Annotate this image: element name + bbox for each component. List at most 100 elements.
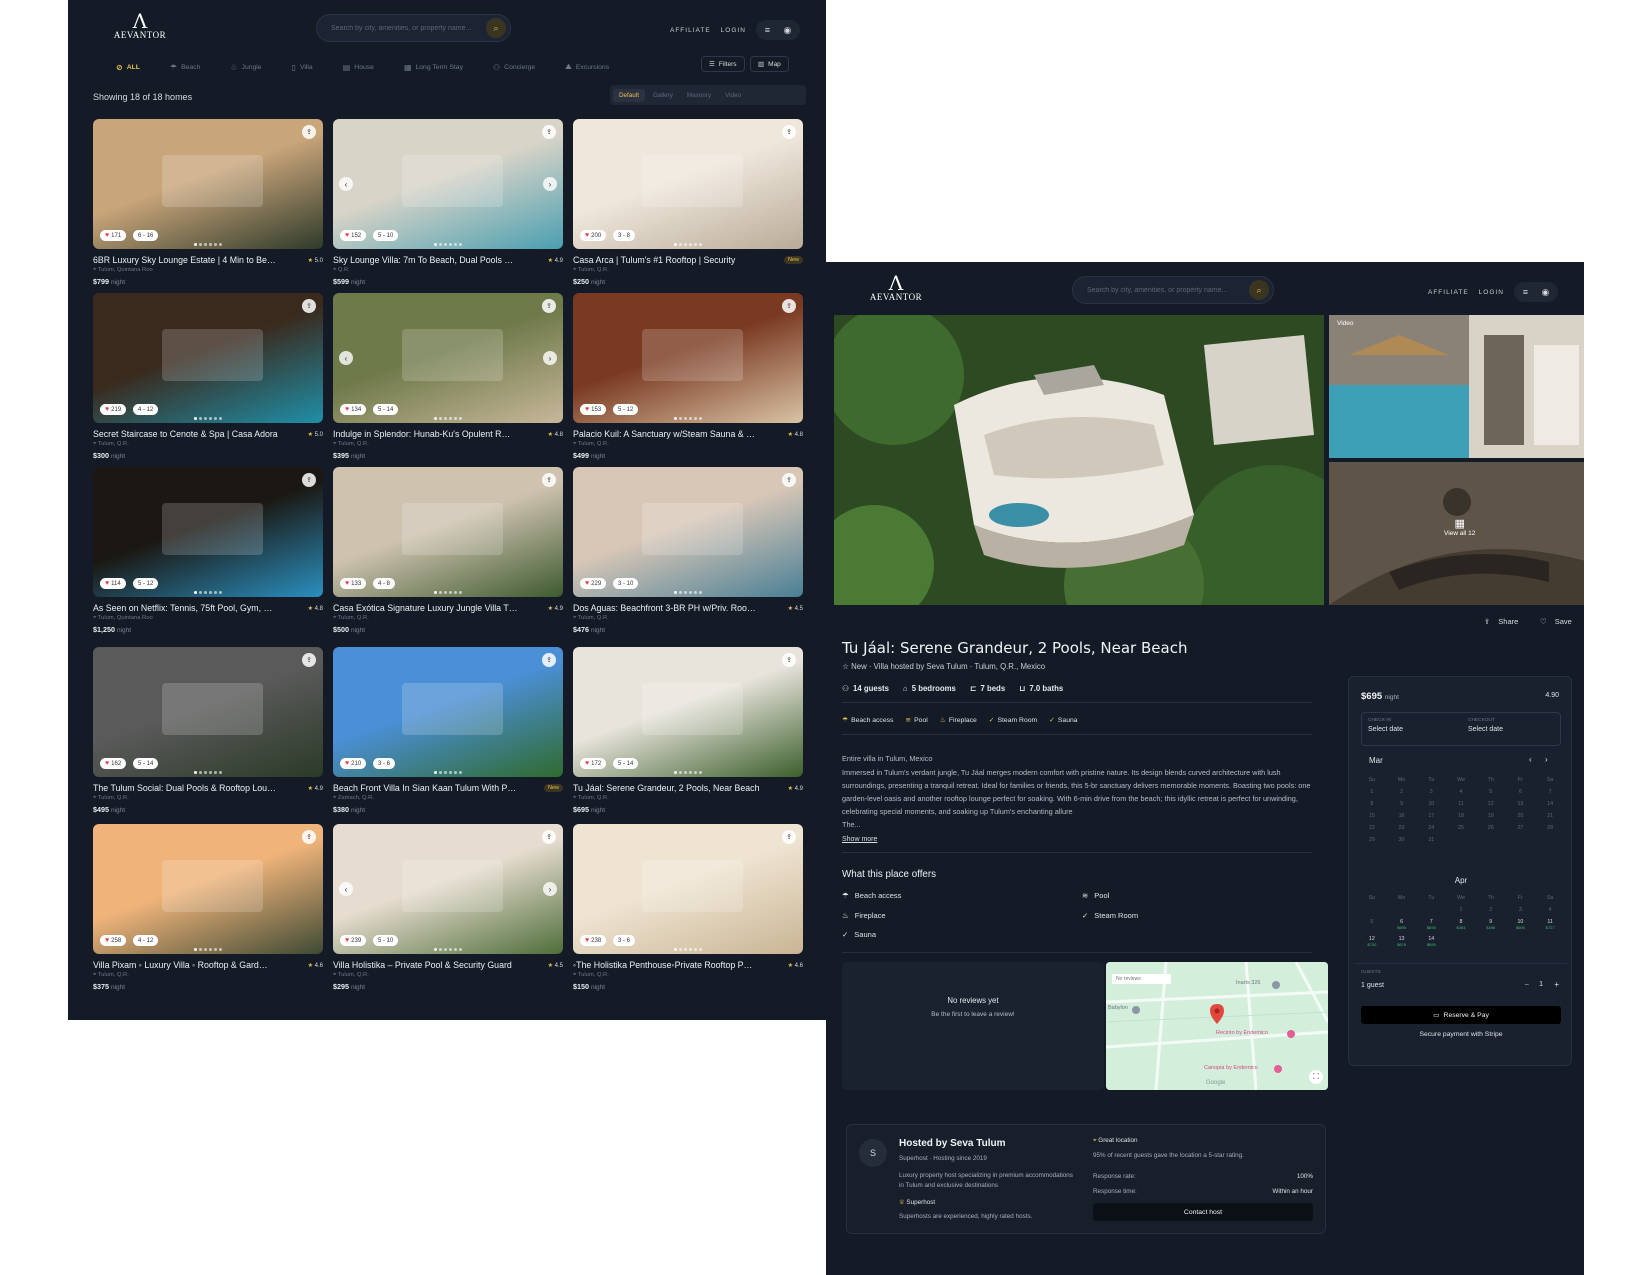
carousel-dot[interactable]: [444, 417, 447, 420]
plus-icon[interactable]: +: [1554, 980, 1559, 989]
carousel-dot[interactable]: [454, 771, 457, 774]
checkin-field[interactable]: CHECK-IN Select date: [1368, 718, 1403, 733]
listing-photo[interactable]: ⇪ ‹ › ♥ 152 5 - 10: [333, 119, 563, 249]
calendar-day[interactable]: 10: [1416, 801, 1446, 807]
listing-title[interactable]: Indulge in Splendor: Hunab-Ku's Opulent …: [333, 429, 533, 439]
category-concierge[interactable]: ⚇ Concierge: [493, 63, 535, 72]
calendar-day[interactable]: 30: [1387, 837, 1417, 843]
carousel-dot[interactable]: [459, 771, 462, 774]
carousel-dot[interactable]: [219, 948, 222, 951]
carousel-dot[interactable]: [434, 771, 437, 774]
map-button[interactable]: ▥ Map: [750, 56, 789, 72]
calendar-day[interactable]: 5: [1357, 919, 1387, 930]
minus-icon[interactable]: −: [1524, 980, 1529, 989]
listing-photo[interactable]: ⇪ ♥ 133 4 - 8: [333, 467, 563, 597]
carousel-dot[interactable]: [214, 771, 217, 774]
listing-photo[interactable]: ⇪ ♥ 219 4 - 12: [93, 293, 323, 423]
carousel-dot[interactable]: [459, 243, 462, 246]
carousel-dot[interactable]: [434, 417, 437, 420]
calendar-day[interactable]: 17: [1416, 813, 1446, 819]
carousel-dot[interactable]: [684, 771, 687, 774]
calendar-day[interactable]: 11 $727: [1535, 919, 1565, 930]
carousel-dot[interactable]: [194, 948, 197, 951]
share-icon[interactable]: ⇪: [782, 473, 796, 487]
listing-card[interactable]: ⇪ ♥ 258 4 - 12 Villa Pixam ◦ Luxury Villa…: [93, 824, 323, 991]
carousel-dot[interactable]: [674, 771, 677, 774]
listing-title[interactable]: Villa Holistika – Private Pool & Securit…: [333, 960, 533, 970]
carousel-dot[interactable]: [674, 948, 677, 951]
calendar-day[interactable]: 13: [1506, 801, 1536, 807]
fullscreen-icon[interactable]: ⛶: [1309, 1070, 1323, 1084]
listing-card[interactable]: ⇪ ♥ 133 4 - 8 Casa Exótica Signature Luxu…: [333, 467, 563, 634]
carousel-dot[interactable]: [699, 948, 702, 951]
calendar-day[interactable]: 12: [1476, 801, 1506, 807]
listing-title[interactable]: As Seen on Netflix: Tennis, 75ft Pool, G…: [93, 603, 293, 613]
carousel-dot[interactable]: [459, 948, 462, 951]
carousel-dot[interactable]: [689, 591, 692, 594]
calendar-day[interactable]: 14 $695: [1416, 936, 1446, 947]
carousel-dot[interactable]: [699, 417, 702, 420]
carousel-dot[interactable]: [694, 243, 697, 246]
chevron-left-icon[interactable]: ‹: [339, 882, 353, 896]
calendar-day[interactable]: 3: [1416, 789, 1446, 795]
calendar-day[interactable]: 13 $678: [1387, 936, 1417, 947]
category-beach[interactable]: ☂ Beach: [170, 63, 200, 72]
listing-photo[interactable]: ⇪ ♥ 172 5 - 14: [573, 647, 803, 777]
carousel-dot[interactable]: [689, 948, 692, 951]
carousel-dot[interactable]: [204, 591, 207, 594]
carousel-dot[interactable]: [444, 771, 447, 774]
carousel-dot[interactable]: [679, 771, 682, 774]
carousel-dot[interactable]: [439, 771, 442, 774]
carousel-dot[interactable]: [214, 417, 217, 420]
carousel-dot[interactable]: [459, 591, 462, 594]
view-video[interactable]: Video: [719, 89, 747, 102]
carousel-dot[interactable]: [209, 417, 212, 420]
listing-title[interactable]: Villa Pixam ◦ Luxury Villa ◦ Rooftop & G…: [93, 960, 293, 970]
search-icon[interactable]: ⌕: [1249, 280, 1269, 300]
share-icon[interactable]: ⇪: [302, 125, 316, 139]
gallery-view-all[interactable]: ▦ View all 12: [1329, 462, 1584, 605]
listing-photo[interactable]: ⇪ ‹ › ♥ 134 5 - 14: [333, 293, 563, 423]
carousel-dot[interactable]: [674, 417, 677, 420]
detail-logo[interactable]: Λ AEVANTOR: [866, 273, 926, 302]
listing-card[interactable]: ⇪ ♥ 153 5 - 12 Palacio Kuil: A Sanctuary …: [573, 293, 803, 460]
calendar-day[interactable]: 29: [1357, 837, 1387, 843]
carousel-dot[interactable]: [209, 771, 212, 774]
listing-photo[interactable]: ⇪ ♥ 200 3 - 8: [573, 119, 803, 249]
listing-card[interactable]: ⇪ ♥ 238 3 - 6 ◦The Holistika Penthouse◦Pr…: [573, 824, 803, 991]
listing-card[interactable]: ⇪ ♥ 229 3 - 10 Dos Aguas: Beachfront 3-BR…: [573, 467, 803, 634]
carousel-dot[interactable]: [679, 591, 682, 594]
login-link[interactable]: LOGIN: [1479, 289, 1504, 296]
view-masonry[interactable]: Masonry: [681, 89, 717, 102]
share-icon[interactable]: ⇪: [302, 299, 316, 313]
show-more-link[interactable]: Show more: [842, 836, 877, 843]
user-icon[interactable]: ◉: [781, 23, 795, 37]
calendar-day[interactable]: 10 $695: [1506, 919, 1536, 930]
reserve-button[interactable]: ▭ Reserve & Pay: [1361, 1006, 1561, 1024]
affiliate-link[interactable]: AFFILIATE: [670, 27, 711, 34]
chevron-right-icon[interactable]: ›: [543, 177, 557, 191]
carousel-dot[interactable]: [694, 771, 697, 774]
carousel-dot[interactable]: [219, 243, 222, 246]
detail-search-input[interactable]: [1087, 286, 1249, 294]
carousel-dot[interactable]: [439, 243, 442, 246]
calendar-day[interactable]: 8 $454: [1446, 919, 1476, 930]
listing-title[interactable]: Sky Lounge Villa: 7m To Beach, Dual Pool…: [333, 255, 533, 265]
calendar-day[interactable]: 8: [1357, 801, 1387, 807]
carousel-dot[interactable]: [194, 591, 197, 594]
calendar-day[interactable]: 25: [1446, 825, 1476, 831]
carousel-dot[interactable]: [684, 591, 687, 594]
carousel-dot[interactable]: [459, 417, 462, 420]
calendar-day[interactable]: 15: [1357, 813, 1387, 819]
calendar-day[interactable]: 1: [1357, 789, 1387, 795]
chevron-left-icon[interactable]: ‹: [1529, 755, 1532, 764]
category-excursions[interactable]: ⛰ Excursions: [565, 62, 609, 72]
carousel-dot[interactable]: [439, 417, 442, 420]
share-icon[interactable]: ⇪: [302, 473, 316, 487]
carousel-dot[interactable]: [434, 591, 437, 594]
contact-host-button[interactable]: Contact host: [1093, 1203, 1313, 1221]
logo[interactable]: Λ AEVANTOR: [110, 11, 170, 40]
share-icon[interactable]: ⇪: [542, 473, 556, 487]
calendar-day[interactable]: 2: [1387, 789, 1417, 795]
view-all-photos[interactable]: ▦ View all 12: [1444, 517, 1475, 537]
